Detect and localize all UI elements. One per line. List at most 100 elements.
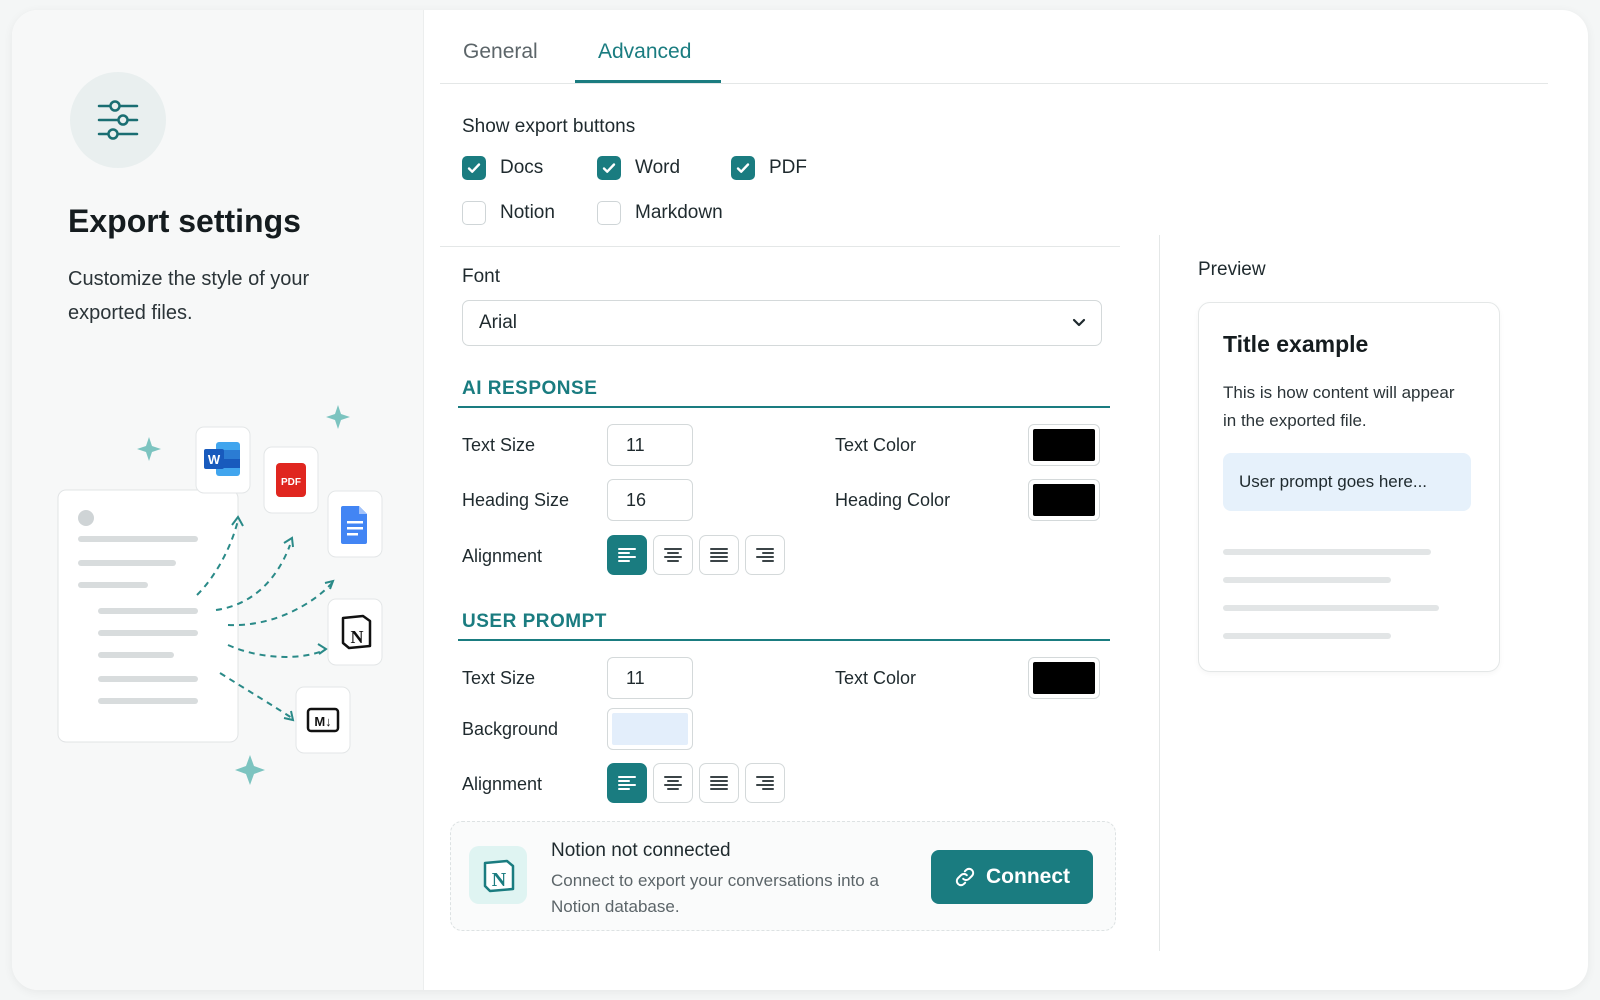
preview-body: This is how content will appear in the e…: [1223, 383, 1455, 430]
checkbox-checked-icon: [731, 156, 755, 180]
docs-label: Docs: [500, 157, 544, 178]
up-text-size-input[interactable]: 11: [607, 657, 693, 699]
align-justify-icon: [710, 776, 728, 790]
notion-icon: N: [469, 846, 527, 904]
connect-label: Connect: [986, 865, 1070, 888]
markdown-checkbox[interactable]: Markdown: [597, 201, 723, 225]
page-subtitle: Customize the style of your exported fil…: [68, 268, 310, 324]
placeholder-line: [1223, 549, 1431, 555]
tab-general[interactable]: General: [463, 40, 538, 64]
align-right-icon: [756, 776, 774, 790]
export-buttons-label: Show export buttons: [462, 116, 636, 137]
placeholder-line: [1223, 633, 1391, 639]
markdown-label: Markdown: [635, 202, 723, 223]
up-background-label: Background: [462, 719, 559, 739]
ai-heading-size-label: Heading Size: [462, 490, 570, 510]
ai-heading-color-swatch[interactable]: [1028, 479, 1100, 521]
align-justify-button[interactable]: [699, 535, 739, 575]
ai-text-size-value: 11: [626, 434, 645, 455]
google-docs-icon: [327, 490, 383, 558]
align-left-button[interactable]: [607, 763, 647, 803]
notion-checkbox[interactable]: Notion: [462, 201, 555, 225]
sidebar: Export settings Customize the style of y…: [12, 10, 424, 990]
svg-text:W: W: [208, 452, 221, 467]
up-alignment-label: Alignment: [462, 774, 543, 794]
checkbox-checked-icon: [462, 156, 486, 180]
color-fill: [612, 713, 688, 745]
notion-status-description: Connect to export your conversations int…: [551, 871, 879, 916]
notion-connect-card: N Notion not connected Connect to export…: [450, 821, 1116, 931]
word-checkbox[interactable]: Word: [597, 156, 680, 180]
align-right-button[interactable]: [745, 535, 785, 575]
align-center-button[interactable]: [653, 535, 693, 575]
word-icon: W: [195, 426, 251, 494]
checkbox-unchecked-icon: [597, 201, 621, 225]
color-fill: [1033, 484, 1095, 516]
tab-bar: General Advanced: [440, 10, 1548, 84]
up-text-size-label: Text Size: [462, 668, 536, 688]
color-fill: [1033, 662, 1095, 694]
font-select[interactable]: Arial: [462, 300, 1102, 346]
checkbox-unchecked-icon: [462, 201, 486, 225]
svg-text:N: N: [351, 627, 364, 647]
placeholder-line: [1223, 577, 1391, 583]
align-justify-icon: [710, 548, 728, 562]
ai-heading-size-input[interactable]: 16: [607, 479, 693, 521]
export-settings-window: Export settings Customize the style of y…: [12, 10, 1588, 990]
ai-text-size-label: Text Size: [462, 435, 536, 455]
color-fill: [1033, 429, 1095, 461]
word-label: Word: [635, 157, 681, 178]
notion-icon: N: [327, 598, 383, 666]
connect-button[interactable]: Connect: [931, 850, 1093, 904]
notion-label: Notion: [500, 202, 555, 223]
notion-status-title: Notion not connected: [551, 840, 731, 861]
up-alignment-group: [607, 763, 785, 803]
up-background-swatch[interactable]: [607, 708, 693, 750]
align-left-icon: [618, 776, 636, 790]
ai-text-size-input[interactable]: 11: [607, 424, 693, 466]
markdown-icon: M↓: [295, 686, 351, 754]
align-right-icon: [756, 548, 774, 562]
preview-prompt-text: User prompt goes here...: [1239, 472, 1428, 491]
align-justify-button[interactable]: [699, 763, 739, 803]
preview-user-prompt: User prompt goes here...: [1223, 453, 1471, 511]
svg-text:PDF: PDF: [281, 477, 301, 488]
tab-advanced[interactable]: Advanced: [598, 40, 691, 64]
preview-divider: [1159, 235, 1160, 951]
align-center-icon: [664, 776, 682, 790]
active-tab-indicator: [575, 80, 721, 83]
ai-alignment-group: [607, 535, 785, 575]
ai-response-heading: AI RESPONSE: [462, 378, 598, 399]
pdf-icon: PDF: [263, 446, 319, 514]
placeholder-line: [1223, 605, 1439, 611]
align-left-button[interactable]: [607, 535, 647, 575]
page-title: Export settings: [68, 203, 301, 239]
export-illustration: W PDF N M↓: [57, 405, 383, 785]
preview-card: Title example This is how content will a…: [1198, 302, 1500, 672]
pdf-label: PDF: [769, 157, 807, 178]
align-right-button[interactable]: [745, 763, 785, 803]
ai-alignment-label: Alignment: [462, 546, 543, 566]
up-text-color-swatch[interactable]: [1028, 657, 1100, 699]
ai-text-color-label: Text Color: [835, 435, 917, 455]
ai-text-color-swatch[interactable]: [1028, 424, 1100, 466]
section-underline: [458, 406, 1110, 408]
preview-label: Preview: [1198, 259, 1266, 280]
link-icon: [955, 867, 975, 887]
sliders-icon: [70, 72, 166, 168]
ai-heading-color-label: Heading Color: [835, 490, 951, 510]
section-underline: [458, 639, 1110, 641]
pdf-checkbox[interactable]: PDF: [731, 156, 807, 180]
document-icon: [57, 489, 239, 743]
preview-title: Title example: [1223, 331, 1369, 357]
align-center-icon: [664, 548, 682, 562]
docs-checkbox[interactable]: Docs: [462, 156, 543, 180]
up-text-size-value: 11: [626, 667, 645, 688]
checkbox-checked-icon: [597, 156, 621, 180]
svg-text:N: N: [492, 869, 507, 891]
ai-heading-size-value: 16: [626, 489, 647, 510]
svg-text:M↓: M↓: [314, 714, 331, 729]
align-left-icon: [618, 548, 636, 562]
align-center-button[interactable]: [653, 763, 693, 803]
up-text-color-label: Text Color: [835, 668, 917, 688]
